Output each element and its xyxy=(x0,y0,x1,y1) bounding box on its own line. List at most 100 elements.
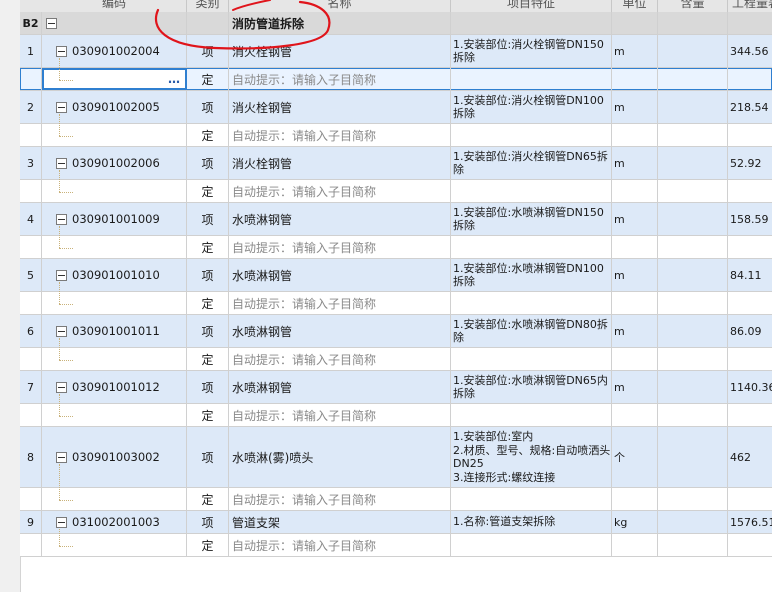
sub-name-hint[interactable]: 自动提示：请输入子目简称 xyxy=(229,68,451,90)
item-name[interactable]: 管道支架 xyxy=(229,511,451,533)
sub-unit[interactable] xyxy=(612,124,658,146)
sub-name-hint[interactable]: 自动提示：请输入子目简称 xyxy=(229,404,451,426)
sub-unit[interactable] xyxy=(612,488,658,510)
item-content[interactable] xyxy=(658,203,728,235)
collapse-icon[interactable] xyxy=(56,269,67,281)
collapse-icon[interactable] xyxy=(56,213,67,225)
item-code[interactable]: 030901001009 xyxy=(42,203,187,235)
item-quantity[interactable]: 52.92 xyxy=(728,147,772,179)
section-row[interactable]: B2 消防管道拆除 xyxy=(20,12,772,35)
sub-quantity[interactable] xyxy=(728,348,772,370)
table-row[interactable]: 8 030901003002 项水喷淋(雾)喷头 1.安装部位:室内 2.材质、型号、规… xyxy=(20,427,772,488)
sub-content[interactable] xyxy=(658,68,728,90)
item-quantity[interactable]: 462 xyxy=(728,427,772,487)
sub-quantity[interactable] xyxy=(728,488,772,510)
item-type[interactable]: 项 xyxy=(187,315,229,347)
col-header-quantity-expression[interactable]: 工程量表达式 xyxy=(728,0,772,12)
sub-feature[interactable] xyxy=(451,348,612,370)
item-quantity[interactable]: 218.54 xyxy=(728,91,772,123)
collapse-icon[interactable] xyxy=(56,325,67,337)
sub-feature[interactable] xyxy=(451,180,612,202)
item-feature[interactable]: 1.安装部位:水喷淋钢管DN150拆除 xyxy=(451,203,612,235)
item-feature[interactable]: 1.安装部位:水喷淋钢管DN65内拆除 xyxy=(451,371,612,403)
item-code[interactable]: 030901003002 xyxy=(42,427,187,487)
sub-type[interactable]: 定 xyxy=(187,534,229,556)
collapse-icon[interactable] xyxy=(56,101,67,113)
table-row[interactable]: 2 030901002005 项消火栓钢管 1.安装部位:消火栓钢管DN100拆除 m 2… xyxy=(20,91,772,124)
sub-row[interactable]: 定自动提示：请输入子目简称 xyxy=(20,236,772,259)
sub-unit[interactable] xyxy=(612,292,658,314)
sub-name-hint[interactable]: 自动提示：请输入子目简称 xyxy=(229,180,451,202)
sub-row[interactable]: 定自动提示：请输入子目简称 xyxy=(20,180,772,203)
sub-unit[interactable] xyxy=(612,236,658,258)
sub-name-hint[interactable]: 自动提示：请输入子目简称 xyxy=(229,348,451,370)
sub-type[interactable]: 定 xyxy=(187,292,229,314)
item-content[interactable] xyxy=(658,259,728,291)
item-name[interactable]: 消火栓钢管 xyxy=(229,91,451,123)
item-content[interactable] xyxy=(658,91,728,123)
sub-quantity[interactable] xyxy=(728,236,772,258)
item-name[interactable]: 水喷淋钢管 xyxy=(229,203,451,235)
item-type[interactable]: 项 xyxy=(187,203,229,235)
table-row[interactable]: 6 030901001011 项水喷淋钢管 1.安装部位:水喷淋钢管DN80拆除 m 86… xyxy=(20,315,772,348)
sub-content[interactable] xyxy=(658,404,728,426)
collapse-icon[interactable] xyxy=(46,17,57,29)
sub-type[interactable]: 定 xyxy=(187,488,229,510)
sub-name-hint[interactable]: 自动提示：请输入子目简称 xyxy=(229,292,451,314)
collapse-icon[interactable] xyxy=(56,451,67,463)
item-type[interactable]: 项 xyxy=(187,35,229,67)
item-quantity[interactable]: 86.09 xyxy=(728,315,772,347)
sub-type[interactable]: 定 xyxy=(187,124,229,146)
item-unit[interactable]: m xyxy=(612,371,658,403)
collapse-icon[interactable] xyxy=(56,381,67,393)
item-content[interactable] xyxy=(658,35,728,67)
item-quantity[interactable]: 1140.36 xyxy=(728,371,772,403)
col-header-feature[interactable]: 项目特征 xyxy=(451,0,612,12)
sub-quantity[interactable] xyxy=(728,534,772,556)
table-row[interactable]: 5 030901001010 项水喷淋钢管 1.安装部位:水喷淋钢管DN100拆除 m 8… xyxy=(20,259,772,292)
sub-feature[interactable] xyxy=(451,404,612,426)
sub-type[interactable]: 定 xyxy=(187,348,229,370)
item-type[interactable]: 项 xyxy=(187,259,229,291)
table-row[interactable]: 1 030901002004 项消火栓钢管 1.安装部位:消火栓钢管DN150拆除 m 3… xyxy=(20,35,772,68)
item-quantity[interactable]: 158.59 xyxy=(728,203,772,235)
item-content[interactable] xyxy=(658,511,728,533)
sub-type[interactable]: 定 xyxy=(187,236,229,258)
item-quantity[interactable]: 84.11 xyxy=(728,259,772,291)
item-unit[interactable]: m xyxy=(612,35,658,67)
sub-unit[interactable] xyxy=(612,534,658,556)
item-unit[interactable]: m xyxy=(612,315,658,347)
item-code[interactable]: 030901002006 xyxy=(42,147,187,179)
item-feature[interactable]: 1.安装部位:水喷淋钢管DN80拆除 xyxy=(451,315,612,347)
sub-feature[interactable] xyxy=(451,534,612,556)
item-name[interactable]: 消火栓钢管 xyxy=(229,35,451,67)
table-row[interactable]: 9 031002001003 项管道支架 1.名称:管道支架拆除 kg 1576.51 xyxy=(20,511,772,534)
item-quantity[interactable]: 1576.51 xyxy=(728,511,772,533)
item-quantity[interactable]: 344.56 xyxy=(728,35,772,67)
item-name[interactable]: 水喷淋(雾)喷头 xyxy=(229,427,451,487)
sub-content[interactable] xyxy=(658,534,728,556)
col-header-name[interactable]: 名称 xyxy=(229,0,451,12)
item-code[interactable]: 030901001012 xyxy=(42,371,187,403)
sub-unit[interactable] xyxy=(612,68,658,90)
sub-row[interactable]: 定自动提示：请输入子目简称 xyxy=(20,534,772,557)
item-unit[interactable]: 个 xyxy=(612,427,658,487)
sub-content[interactable] xyxy=(658,488,728,510)
item-type[interactable]: 项 xyxy=(187,427,229,487)
item-name[interactable]: 消火栓钢管 xyxy=(229,147,451,179)
sub-type[interactable]: 定 xyxy=(187,68,229,90)
item-unit[interactable]: kg xyxy=(612,511,658,533)
item-unit[interactable]: m xyxy=(612,147,658,179)
item-code[interactable]: 030901002005 xyxy=(42,91,187,123)
sub-quantity[interactable] xyxy=(728,292,772,314)
item-feature[interactable]: 1.名称:管道支架拆除 xyxy=(451,511,612,533)
sub-feature[interactable] xyxy=(451,68,612,90)
sub-unit[interactable] xyxy=(612,404,658,426)
item-code[interactable]: 030901001010 xyxy=(42,259,187,291)
item-feature[interactable]: 1.安装部位:消火栓钢管DN150拆除 xyxy=(451,35,612,67)
collapse-icon[interactable] xyxy=(56,516,67,528)
item-content[interactable] xyxy=(658,427,728,487)
sub-quantity[interactable] xyxy=(728,124,772,146)
item-unit[interactable]: m xyxy=(612,91,658,123)
item-code[interactable]: 030901001011 xyxy=(42,315,187,347)
